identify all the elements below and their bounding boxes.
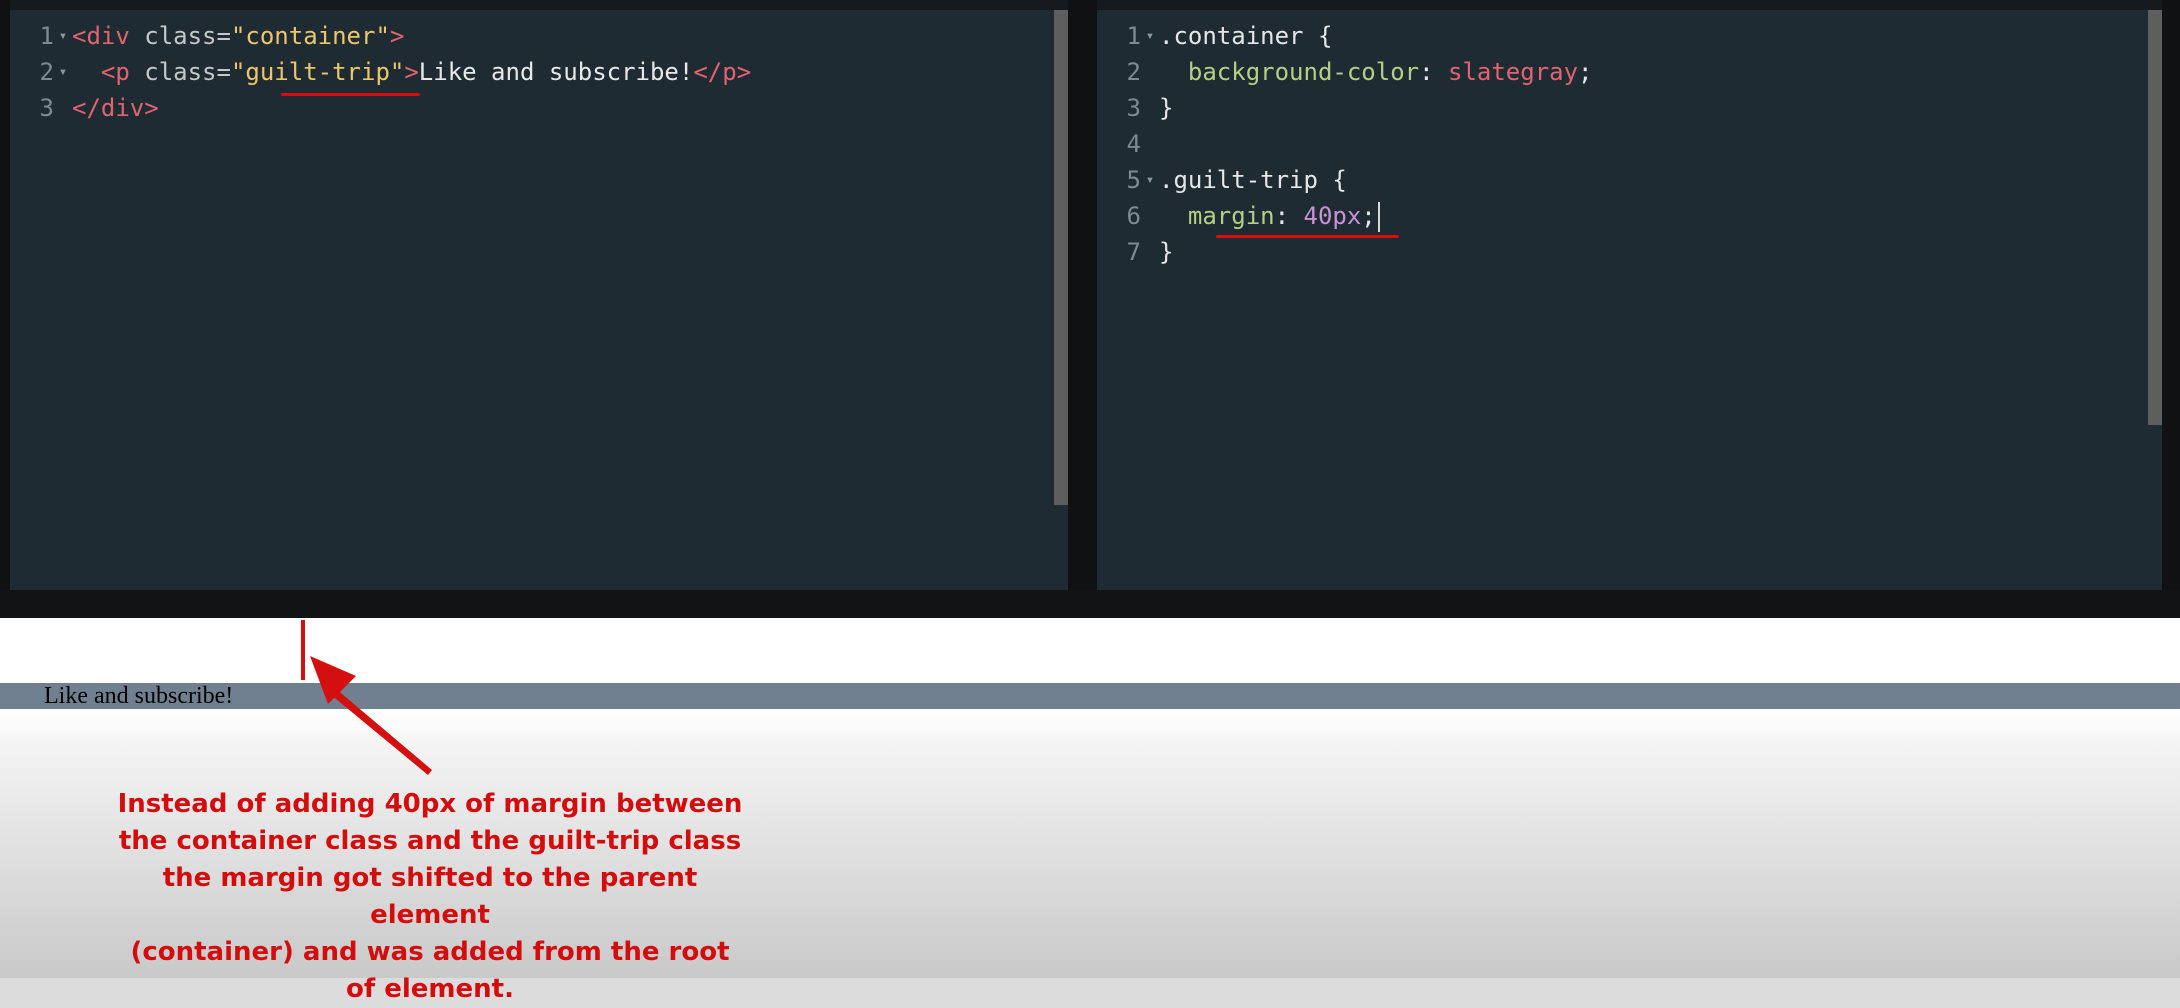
code-line[interactable]: 6 margin: 40px; <box>1097 198 2162 234</box>
code-line[interactable]: 2 background-color: slategray; <box>1097 54 2162 90</box>
code-line[interactable]: 3 </div> <box>10 90 1068 126</box>
code-line[interactable]: 3} <box>1097 90 2162 126</box>
code-token: ; <box>1361 202 1376 230</box>
html-code-lines[interactable]: 1 ▾ <div class="container"> 2 ▾ <p class="gu… <box>10 18 1068 126</box>
code-token: } <box>1159 94 1174 122</box>
line-number: 4 <box>1126 130 1141 158</box>
code-token: ; <box>1578 58 1593 86</box>
annotation-line: (container) and was added from the root <box>130 937 730 967</box>
code-token: class= <box>144 22 231 50</box>
line-number: 3 <box>39 94 54 122</box>
fold-toggle-icon[interactable]: ▾ <box>54 54 72 90</box>
code-token: margin <box>1159 202 1275 230</box>
line-number: 2 <box>39 58 54 86</box>
code-token: slategray <box>1448 58 1579 86</box>
code-token: class= <box>144 58 231 86</box>
html-editor-scrollbar[interactable] <box>1054 10 1068 505</box>
annotation-line: the container class and the guilt-trip c… <box>118 826 742 856</box>
code-token: : <box>1274 202 1304 230</box>
annotation-line: of element. <box>346 974 514 1004</box>
line-number: 5 <box>1126 166 1141 194</box>
css-editor-scrollbar[interactable] <box>2148 10 2162 425</box>
preview-pane: Like and subscribe! Instead of adding 40… <box>0 618 2180 1004</box>
code-token: .guilt-trip { <box>1159 166 1347 194</box>
line-number: 7 <box>1126 238 1141 266</box>
code-token: "guilt-trip" <box>230 58 405 86</box>
annotation-line: Instead of adding 40px of margin between <box>117 789 743 819</box>
pane-top-strip <box>1097 0 2162 10</box>
code-token: > <box>389 22 405 50</box>
line-number: 1 <box>1126 22 1141 50</box>
line-number: 3 <box>1126 94 1141 122</box>
line-number: 2 <box>1126 58 1141 86</box>
line-number: 6 <box>1126 202 1141 230</box>
fold-toggle-icon[interactable]: ▾ <box>1141 162 1159 198</box>
fold-toggle-icon[interactable]: ▾ <box>1141 18 1159 54</box>
container-element <box>0 683 2180 709</box>
css-code-lines[interactable]: 1 ▾ .container {2 background-color: slateg… <box>1097 18 2162 270</box>
code-token: Like and subscribe! <box>418 58 694 86</box>
annotation-line: the margin got shifted to the parent ele… <box>162 863 698 930</box>
code-token: 40px <box>1303 202 1362 230</box>
divider-strip <box>0 590 2180 618</box>
html-editor-pane[interactable]: 1 ▾ <div class="container"> 2 ▾ <p class="gu… <box>10 0 1068 590</box>
code-token: </div> <box>72 94 159 122</box>
code-token: } <box>1159 238 1174 266</box>
code-line[interactable]: 4 <box>1097 126 2162 162</box>
line-number: 1 <box>39 22 54 50</box>
code-token: <p <box>72 58 145 86</box>
margin-underline <box>1216 235 1399 238</box>
code-line[interactable]: 1 ▾ .container { <box>1097 18 2162 54</box>
text-cursor <box>1377 202 1380 232</box>
pane-top-strip <box>10 0 1068 10</box>
code-token: > <box>404 58 419 86</box>
fold-toggle-icon[interactable]: ▾ <box>54 18 72 54</box>
code-token: : <box>1419 58 1448 86</box>
code-token: </p> <box>693 58 752 86</box>
code-line[interactable]: 5 ▾ .guilt-trip { <box>1097 162 2162 198</box>
code-token: <div <box>72 22 145 50</box>
annotation-text: Instead of adding 40px of margin between… <box>100 786 760 1008</box>
preview-paragraph: Like and subscribe! <box>44 683 234 709</box>
margin-marker-line <box>301 620 305 680</box>
editor-area: 1 ▾ <div class="container"> 2 ▾ <p class="gu… <box>0 0 2180 590</box>
css-editor-pane[interactable]: 1 ▾ .container {2 background-color: slateg… <box>1097 0 2162 590</box>
code-token: background-color <box>1159 58 1420 86</box>
code-line[interactable]: 2 ▾ <p class="guilt-trip">Like and subscr… <box>10 54 1068 90</box>
code-token: "container" <box>230 22 390 50</box>
code-line[interactable]: 1 ▾ <div class="container"> <box>10 18 1068 54</box>
code-token: .container { <box>1159 22 1333 50</box>
guilt-trip-underline <box>281 93 420 96</box>
code-line[interactable]: 7} <box>1097 234 2162 270</box>
